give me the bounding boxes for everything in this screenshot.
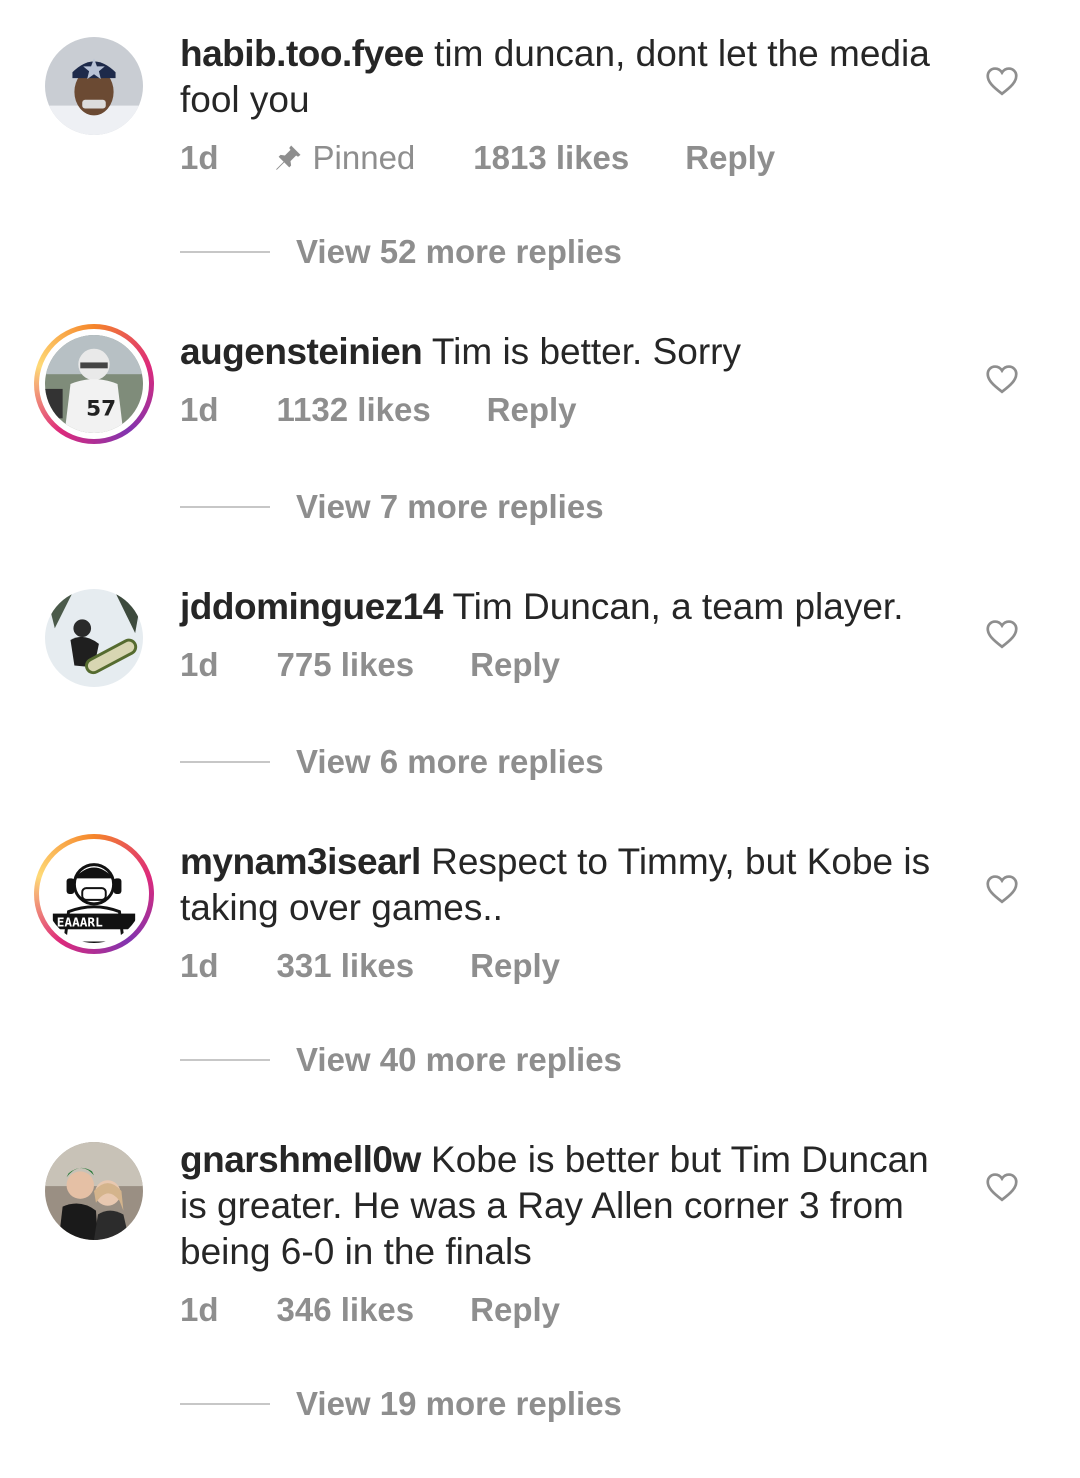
like-heart-icon[interactable] (984, 871, 1020, 907)
view-replies-button[interactable]: View 6 more replies (180, 743, 604, 781)
view-replies-button[interactable]: View 52 more replies (180, 233, 622, 271)
view-replies-button[interactable]: View 19 more replies (180, 1385, 622, 1423)
comment-body: gnarshmell0w Kobe is better but Tim Dunc… (180, 1137, 940, 1275)
pinned-badge: Pinned (273, 139, 416, 177)
view-replies-label[interactable]: View 19 more replies (296, 1385, 622, 1423)
comment-username[interactable]: habib.too.fyee (180, 33, 424, 74)
comment-text: Tim Duncan, a team player. (452, 586, 904, 627)
avatar-story-ring[interactable]: 57 (34, 324, 154, 444)
comment-body: jddominguez14 Tim Duncan, a team player. (180, 584, 940, 630)
like-heart-icon[interactable] (984, 1169, 1020, 1205)
avatar[interactable] (45, 1142, 143, 1240)
comment-meta: 1d 775 likes Reply (180, 646, 560, 684)
comment-likes[interactable]: 775 likes (277, 646, 415, 684)
avatar-photo (45, 37, 143, 135)
reply-button[interactable]: Reply (470, 947, 560, 985)
replies-divider (180, 506, 270, 508)
comment-likes[interactable]: 331 likes (277, 947, 415, 985)
avatar-story-ring[interactable]: EAAARL (34, 834, 154, 954)
replies-divider (180, 251, 270, 253)
comment-body: augensteinien Tim is better. Sorry (180, 329, 940, 375)
avatar[interactable] (45, 589, 143, 687)
comment-username[interactable]: mynam3isearl (180, 841, 421, 882)
view-replies-label[interactable]: View 40 more replies (296, 1041, 622, 1079)
avatar-photo: 57 (45, 335, 143, 433)
view-replies-label[interactable]: View 7 more replies (296, 488, 604, 526)
comment-username[interactable]: gnarshmell0w (180, 1139, 421, 1180)
comment-age: 1d (180, 1291, 219, 1328)
comment-username[interactable]: augensteinien (180, 331, 423, 372)
avatar-photo (45, 1142, 143, 1240)
comment-likes[interactable]: 1813 likes (473, 139, 629, 177)
comment-age: 1d (180, 646, 219, 683)
replies-divider (180, 761, 270, 763)
svg-text:57: 57 (86, 396, 116, 421)
pin-icon (275, 145, 301, 170)
like-heart-icon[interactable] (984, 616, 1020, 652)
replies-divider (180, 1403, 270, 1405)
view-replies-label[interactable]: View 6 more replies (296, 743, 604, 781)
like-heart-icon[interactable] (984, 63, 1020, 99)
comment-likes[interactable]: 346 likes (277, 1291, 415, 1329)
comment-username[interactable]: jddominguez14 (180, 586, 443, 627)
replies-divider (180, 1059, 270, 1061)
reply-button[interactable]: Reply (685, 139, 775, 177)
reply-button[interactable]: Reply (470, 646, 560, 684)
comment-age: 1d (180, 947, 219, 984)
comment-age: 1d (180, 139, 219, 176)
pinned-label: Pinned (312, 139, 416, 176)
view-replies-button[interactable]: View 40 more replies (180, 1041, 622, 1079)
comment-age: 1d (180, 391, 219, 428)
reply-button[interactable]: Reply (470, 1291, 560, 1329)
avatar[interactable] (45, 37, 143, 135)
comment-text: Tim is better. Sorry (431, 331, 741, 372)
comment-meta: 1d 346 likes Reply (180, 1291, 560, 1329)
svg-text:EAAARL: EAAARL (57, 915, 103, 930)
view-replies-label[interactable]: View 52 more replies (296, 233, 622, 271)
comment-meta: 1d 1132 likes Reply (180, 391, 577, 429)
avatar-photo (45, 589, 143, 687)
comment-meta: 1d 331 likes Reply (180, 947, 560, 985)
comment-body: habib.too.fyee tim duncan, dont let the … (180, 31, 940, 123)
comment-meta: 1d Pinned 1813 likes Reply (180, 139, 775, 177)
avatar-photo: EAAARL (45, 845, 143, 943)
comment-likes[interactable]: 1132 likes (277, 391, 431, 429)
comment-body: mynam3isearl Respect to Timmy, but Kobe … (180, 839, 940, 931)
view-replies-button[interactable]: View 7 more replies (180, 488, 604, 526)
reply-button[interactable]: Reply (487, 391, 577, 429)
like-heart-icon[interactable] (984, 361, 1020, 397)
